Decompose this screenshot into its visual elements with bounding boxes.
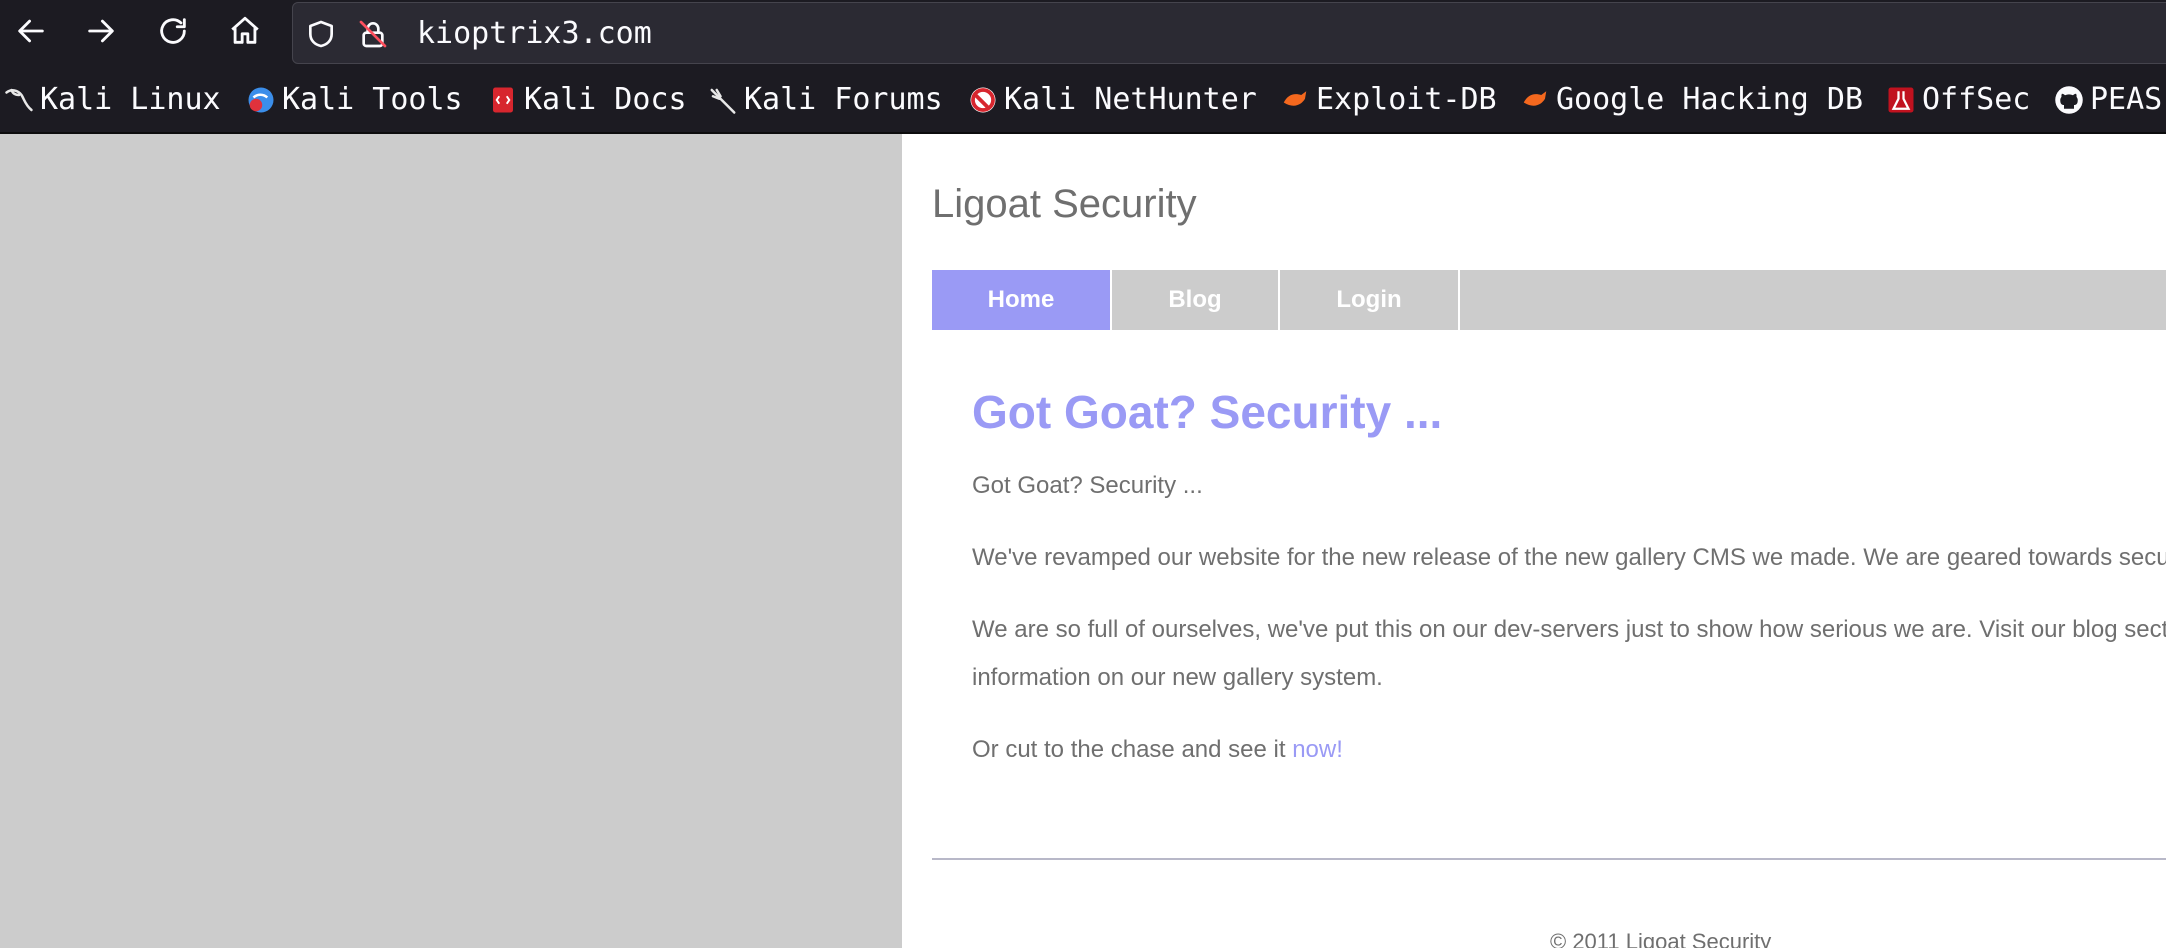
bookmark-label: PEAS xyxy=(2090,82,2163,117)
bookmark-kali-nethunter[interactable]: Kali NetHunter xyxy=(968,82,1257,118)
gallery-now-link[interactable]: now! xyxy=(1292,736,1343,763)
arrow-left-icon xyxy=(14,14,48,53)
kali-forums-icon xyxy=(708,85,738,115)
bookmark-peas[interactable]: PEAS xyxy=(2054,82,2162,118)
url-text[interactable]: kioptrix3.com xyxy=(417,16,652,52)
url-bar[interactable]: kioptrix3.com xyxy=(292,2,2166,64)
shield-icon[interactable] xyxy=(303,16,339,52)
bookmark-label: OffSec xyxy=(1922,82,2031,117)
page-heading: Got Goat? Security ... xyxy=(972,386,1443,438)
bookmark-label: Kali Tools xyxy=(282,82,463,117)
bookmark-exploit-db[interactable]: Exploit-DB xyxy=(1280,82,1497,118)
exploit-db-icon xyxy=(1280,85,1310,115)
menu-login-link[interactable]: Login xyxy=(1280,270,1460,330)
home-button[interactable] xyxy=(222,10,268,56)
bookmark-kali-forums[interactable]: Kali Forums xyxy=(708,82,943,118)
footer-divider xyxy=(932,858,2166,860)
cta-text: Or cut to the chase and see it xyxy=(972,736,1293,763)
bookmark-label: Kali NetHunter xyxy=(1004,82,1257,117)
menu-home-link[interactable]: Home xyxy=(932,270,1112,330)
kali-tools-icon xyxy=(246,85,276,115)
browser-toolbar: kioptrix3.com xyxy=(0,0,2166,66)
main-menu: Home Blog Login xyxy=(932,270,2166,330)
main-content: Got Goat? Security ... Got Goat? Securit… xyxy=(972,384,2166,774)
bookmark-label: Google Hacking DB xyxy=(1556,82,1864,117)
revamp-paragraph: We've revamped our website for the new r… xyxy=(972,544,2166,571)
page-content-sheet: Ligoat Security Home Blog Login Got Goat… xyxy=(902,134,2166,948)
bookmark-label: Kali Docs xyxy=(524,82,687,117)
cta-paragraph: Or cut to the chase and see it now! xyxy=(972,726,2166,774)
github-icon xyxy=(2054,85,2084,115)
bookmarks-toolbar: Kali Linux Kali Tools Kali Docs Kali For… xyxy=(0,66,2166,134)
dev-servers-paragraph: We are so full of ourselves, we've put t… xyxy=(972,616,2166,643)
reload-icon xyxy=(156,14,190,53)
kali-docs-icon xyxy=(488,85,518,115)
kali-dragon-icon xyxy=(4,85,34,115)
site-title: Ligoat Security xyxy=(932,182,1197,226)
footer-copyright: © 2011 Ligoat Security xyxy=(1550,929,1772,948)
intro-paragraph: Got Goat? Security ... xyxy=(972,472,1203,499)
dev-servers-paragraph-continued: information on our new gallery system. xyxy=(972,664,1383,691)
bookmark-label: Kali Linux xyxy=(40,82,221,117)
reload-button[interactable] xyxy=(150,10,196,56)
bookmark-kali-docs[interactable]: Kali Docs xyxy=(488,82,687,118)
menu-blog-link[interactable]: Blog xyxy=(1112,270,1280,330)
insecure-lock-icon[interactable] xyxy=(355,16,391,52)
home-icon xyxy=(228,14,262,53)
bookmark-google-hacking-db[interactable]: Google Hacking DB xyxy=(1520,82,1863,118)
bookmark-offsec[interactable]: OffSec xyxy=(1886,82,2030,118)
bookmark-kali-tools[interactable]: Kali Tools xyxy=(246,82,463,118)
bookmark-kali-linux[interactable]: Kali Linux xyxy=(4,82,221,118)
ghdb-icon xyxy=(1520,85,1550,115)
forward-button[interactable] xyxy=(78,10,124,56)
nethunter-icon xyxy=(968,85,998,115)
offsec-icon xyxy=(1886,85,1916,115)
bookmark-label: Exploit-DB xyxy=(1316,82,1497,117)
back-button[interactable] xyxy=(8,10,54,56)
arrow-right-icon xyxy=(84,14,118,53)
bookmark-label: Kali Forums xyxy=(744,82,943,117)
page-background xyxy=(0,134,902,948)
